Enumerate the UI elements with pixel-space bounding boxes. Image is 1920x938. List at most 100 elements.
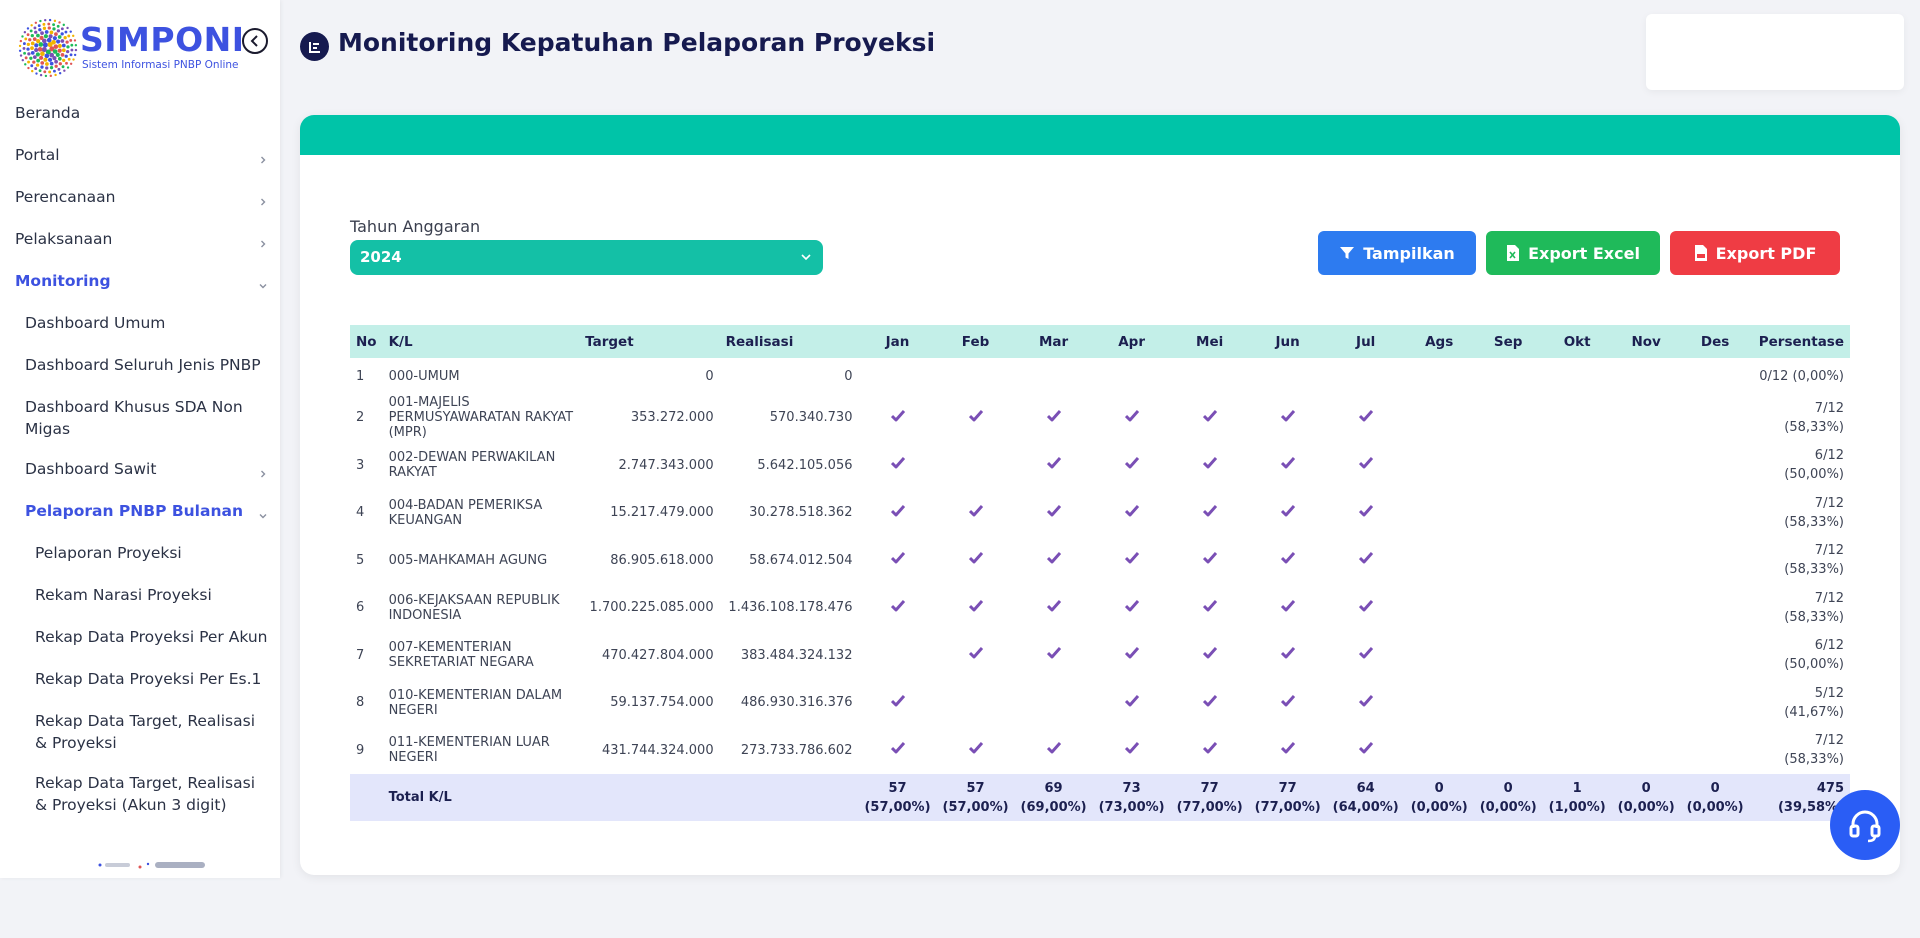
month-cell — [1093, 632, 1171, 680]
total-month-count: 69 — [1044, 780, 1063, 796]
month-cell — [1171, 584, 1249, 632]
brand[interactable]: SIMPONI Sistem Informasi PNBP Online — [18, 18, 268, 78]
persentase-value: (50,00%) — [1784, 467, 1844, 483]
sidebar-item-dashboard-khusus-sda-non-migas[interactable]: Dashboard Khusus SDA Non Migas — [0, 396, 280, 458]
check-icon — [890, 457, 905, 469]
total-month-cell: 57 (57,00%) — [858, 774, 936, 821]
page-title: Monitoring Kepatuhan Pelaporan Proyeksi — [338, 28, 936, 57]
sidebar-item-pelaporan-proyeksi[interactable]: Pelaporan Proyeksi — [0, 542, 280, 584]
month-cell — [1405, 442, 1474, 490]
column-header-persentase: Persentase — [1758, 333, 1844, 350]
persentase-count: 6/12 — [1814, 448, 1844, 464]
check-icon — [1124, 504, 1139, 517]
month-cell — [1474, 727, 1543, 775]
column-header-apr: Apr — [1118, 333, 1145, 350]
sidebar-item-rekap-data-target-realisasi-proyeksi[interactable]: Rekap Data Target, Realisasi & Proyeksi — [0, 710, 280, 772]
month-cell — [858, 632, 936, 680]
target-value: 15.217.479.000 — [610, 505, 714, 521]
month-cell — [1171, 489, 1249, 537]
sidebar-item-dashboard-seluruh-jenis-pnbp[interactable]: Dashboard Seluruh Jenis PNBP — [0, 354, 280, 396]
sidebar-item-label: Perencanaan — [15, 188, 116, 206]
total-month-count: 0 — [1641, 780, 1651, 796]
sidebar-item-pelaksanaan[interactable]: Pelaksanaan — [0, 228, 280, 270]
sidebar-item-rekap-data-proyeksi-per-es-1[interactable]: Rekap Data Proyeksi Per Es.1 — [0, 668, 280, 710]
export-excel-button[interactable]: Export Excel — [1486, 231, 1660, 275]
sidebar-item-label: Rekap Data Proyeksi Per Es.1 — [35, 670, 262, 688]
month-cell — [1612, 537, 1681, 585]
month-cell — [1327, 442, 1405, 490]
sidebar-item-beranda[interactable]: Beranda — [0, 102, 280, 144]
persentase-cell: 7/12 (58,33%) — [1750, 727, 1850, 775]
tampilkan-button[interactable]: Tampilkan — [1318, 231, 1476, 275]
check-icon — [1124, 647, 1139, 659]
sidebar-item-dashboard-umum[interactable]: Dashboard Umum — [0, 312, 280, 354]
user-panel[interactable] — [1646, 14, 1904, 90]
check-icon — [1280, 457, 1295, 469]
realisasi-value: 383.484.324.132 — [740, 647, 853, 663]
month-cell — [1474, 537, 1543, 585]
total-month-count: 64 — [1356, 780, 1375, 796]
sidebar-item-label: Dashboard Sawit — [25, 460, 157, 478]
month-cell — [1543, 442, 1612, 490]
persentase-cell: 5/12 (41,67%) — [1750, 679, 1850, 727]
persentase-value: (58,33%) — [1784, 419, 1844, 435]
sidebar-item-portal[interactable]: Portal — [0, 144, 280, 186]
total-month-pct: (73,00%) — [1098, 799, 1165, 815]
pdf-file-icon — [1694, 245, 1707, 261]
sidebar-item-label: Dashboard Khusus SDA Non Migas — [25, 398, 243, 438]
month-cell — [1612, 489, 1681, 537]
sidebar-item-perencanaan[interactable]: Perencanaan — [0, 186, 280, 228]
check-icon — [968, 599, 983, 612]
month-cell — [1612, 358, 1681, 394]
persentase-value: (50,00%) — [1784, 657, 1844, 673]
sidebar-item-rekap-data-proyeksi-per-akun[interactable]: Rekap Data Proyeksi Per Akun — [0, 626, 280, 668]
month-cell — [937, 537, 1015, 585]
check-icon — [1358, 647, 1373, 659]
total-month-cell: 64 (64,00%) — [1327, 774, 1405, 821]
check-icon — [1124, 457, 1139, 469]
check-icon — [1358, 599, 1373, 612]
month-cell — [1543, 632, 1612, 680]
realisasi-value: 486.930.316.376 — [740, 695, 853, 711]
help-chat-button[interactable] — [1830, 790, 1900, 860]
brand-subtitle: Sistem Informasi PNBP Online — [82, 59, 239, 71]
month-cell — [858, 679, 936, 727]
sidebar-item-dashboard-sawit[interactable]: Dashboard Sawit — [0, 458, 280, 500]
sidebar-item-rekam-narasi-proyeksi[interactable]: Rekam Narasi Proyeksi — [0, 584, 280, 626]
month-cell — [1249, 442, 1327, 490]
sidebar-item-monitoring[interactable]: Monitoring — [0, 270, 280, 312]
month-cell — [858, 727, 936, 775]
check-icon — [1202, 409, 1217, 422]
month-cell — [1405, 537, 1474, 585]
sidebar-item-label: Pelaporan PNBP Bulanan — [25, 502, 243, 520]
sidebar-item-rekap-data-target-realisasi-proyeksi-akun-3-digit[interactable]: Rekap Data Target, Realisasi & Proyeksi … — [0, 772, 280, 834]
row-number: 9 — [356, 742, 365, 758]
sidebar-item-pelaporan-pnbp-bulanan[interactable]: Pelaporan PNBP Bulanan — [0, 500, 280, 542]
month-cell — [1327, 679, 1405, 727]
tahun-anggaran-select[interactable]: 2024 — [350, 240, 823, 275]
check-icon — [1202, 742, 1217, 754]
month-cell — [1015, 358, 1093, 394]
month-cell — [1543, 679, 1612, 727]
check-icon — [1358, 552, 1373, 564]
month-cell — [1171, 537, 1249, 585]
export-pdf-button[interactable]: Export PDF — [1670, 231, 1840, 275]
chevron-right-icon — [261, 198, 266, 206]
month-cell — [1093, 442, 1171, 490]
row-number: 1 — [356, 368, 365, 384]
collapse-sidebar-button[interactable] — [242, 28, 268, 54]
check-icon — [1046, 409, 1061, 422]
month-cell — [1543, 358, 1612, 394]
month-cell — [937, 632, 1015, 680]
month-cell — [1612, 394, 1681, 442]
total-month-cell: 73 (73,00%) — [1093, 774, 1171, 821]
month-cell — [1612, 442, 1681, 490]
row-number: 2 — [356, 410, 365, 426]
check-icon — [890, 742, 905, 754]
check-icon — [1280, 599, 1295, 612]
check-icon — [1202, 457, 1217, 469]
total-month-pct: (1,00%) — [1548, 799, 1606, 815]
total-month-count: 0 — [1503, 780, 1513, 796]
column-header-nov: Nov — [1631, 333, 1661, 350]
table-row: 6 006-KEJAKSAAN REPUBLIK INDONESIA 1.700.2… — [350, 584, 1850, 632]
